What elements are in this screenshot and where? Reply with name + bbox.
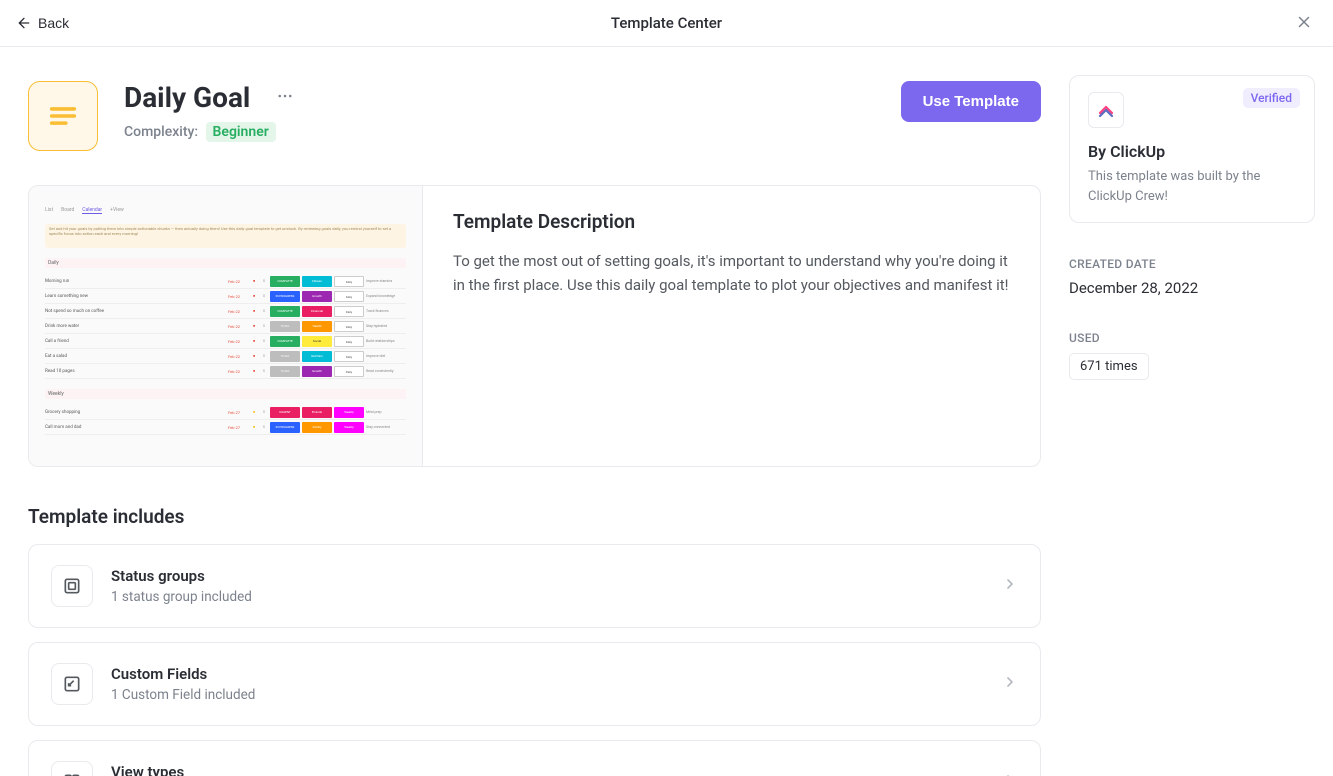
- chevron-right-icon: [1002, 772, 1018, 776]
- created-date-section: CREATED DATE December 28, 2022: [1069, 257, 1315, 297]
- chevron-right-icon: [1002, 674, 1018, 694]
- topbar: Back Template Center: [0, 0, 1333, 47]
- main-column[interactable]: Daily Goal Complexity: Beginner Use Temp…: [0, 47, 1069, 776]
- chevron-right-icon: [1002, 576, 1018, 596]
- author-card: Verified By ClickUp This template was bu…: [1069, 75, 1315, 223]
- description-text: To get the most out of setting goals, it…: [453, 249, 1010, 297]
- author-description: This template was built by the ClickUp C…: [1088, 167, 1296, 206]
- include-title: View types: [111, 763, 984, 776]
- topbar-title: Template Center: [611, 14, 722, 32]
- description-card: List Board Calendar +View Set and hit yo…: [28, 185, 1041, 467]
- complexity-row: Complexity: Beginner: [124, 124, 875, 140]
- used-value: 671 times: [1069, 353, 1149, 380]
- created-date-value: December 28, 2022: [1069, 279, 1315, 297]
- back-button[interactable]: Back: [16, 15, 69, 31]
- include-title: Status groups: [111, 567, 984, 585]
- page-title: Daily Goal: [124, 81, 250, 114]
- content-wrapper: Daily Goal Complexity: Beginner Use Temp…: [0, 47, 1333, 776]
- created-date-label: CREATED DATE: [1069, 257, 1315, 271]
- template-icon: [28, 81, 98, 151]
- description-heading: Template Description: [453, 210, 1010, 233]
- include-info: Status groups 1 status group included: [111, 567, 984, 605]
- includes-heading: Template includes: [28, 505, 1041, 528]
- author-name: By ClickUp: [1088, 142, 1296, 161]
- include-title: Custom Fields: [111, 665, 984, 683]
- complexity-label: Complexity:: [124, 124, 198, 140]
- author-logo: [1088, 92, 1124, 128]
- more-menu-button[interactable]: [276, 87, 294, 109]
- verified-badge: Verified: [1243, 88, 1300, 108]
- include-card-status-groups[interactable]: Status groups 1 status group included: [28, 544, 1041, 628]
- status-groups-icon: [51, 565, 93, 607]
- custom-fields-icon: [51, 663, 93, 705]
- use-template-button[interactable]: Use Template: [901, 81, 1041, 122]
- title-row: Daily Goal: [124, 81, 875, 114]
- sidebar-column: Verified By ClickUp This template was bu…: [1069, 47, 1333, 776]
- view-types-icon: [51, 761, 93, 776]
- include-card-view-types[interactable]: View types 3 view types included: [28, 740, 1041, 776]
- description-body: Template Description To get the most out…: [423, 186, 1040, 466]
- include-subtitle: 1 Custom Field included: [111, 687, 984, 703]
- close-icon: [1295, 13, 1313, 31]
- clickup-logo-icon: [1097, 101, 1115, 119]
- ellipsis-icon: [276, 87, 294, 105]
- include-subtitle: 1 status group included: [111, 589, 984, 605]
- arrow-left-icon: [16, 15, 32, 31]
- template-header: Daily Goal Complexity: Beginner Use Temp…: [28, 81, 1041, 151]
- complexity-badge: Beginner: [206, 122, 276, 142]
- back-label: Back: [38, 15, 69, 31]
- template-preview-image: List Board Calendar +View Set and hit yo…: [29, 186, 423, 466]
- list-icon: [46, 99, 80, 133]
- include-info: Custom Fields 1 Custom Field included: [111, 665, 984, 703]
- header-info: Daily Goal Complexity: Beginner: [124, 81, 875, 140]
- used-label: USED: [1069, 331, 1315, 345]
- include-info: View types 3 view types included: [111, 763, 984, 776]
- used-section: USED 671 times: [1069, 331, 1315, 380]
- close-button[interactable]: [1291, 9, 1317, 38]
- include-card-custom-fields[interactable]: Custom Fields 1 Custom Field included: [28, 642, 1041, 726]
